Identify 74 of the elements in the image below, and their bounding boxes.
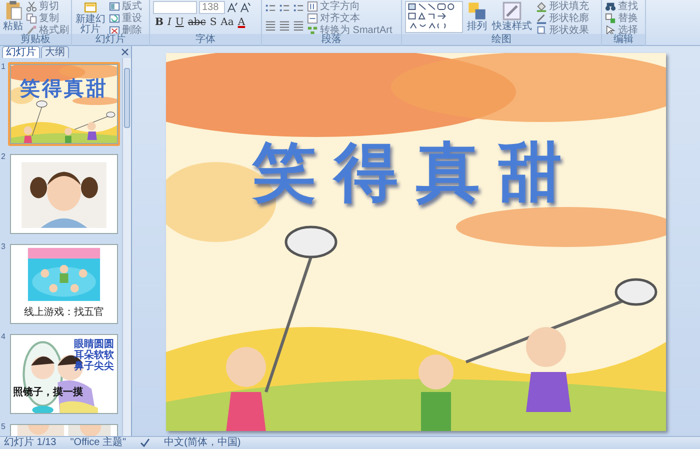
shrink-font-icon [240,2,251,13]
format-button[interactable]: A [236,17,248,29]
replace-icon [605,13,616,24]
center-icon [279,20,290,31]
group-label: 编辑 [602,34,645,45]
pen-icon [536,13,547,24]
pane-tab[interactable]: 幻灯片 [2,46,40,58]
format-button[interactable]: U [173,17,186,29]
numbering-icon [279,3,290,14]
align-left-icon [265,20,276,31]
slide-caption: 线上游戏：找五官 [23,307,105,319]
ribbon-button[interactable]: 重设 [109,13,142,24]
ribbon-button[interactable]: 形状填充 [536,1,589,12]
binoculars-icon [605,1,616,12]
scrollbar[interactable] [122,58,131,436]
ribbon-button[interactable]: 替换 [605,13,638,24]
slide-canvas[interactable]: 笑得真甜 [166,53,666,431]
copy-icon [26,13,37,24]
slide-thumbnail[interactable]: 线上游戏：找五官 [8,242,120,326]
slide-title: 笑得真甜 [251,135,581,211]
group-label: 剪贴板 [0,34,71,45]
arrange-icon [467,1,487,21]
text-direction-icon [307,1,318,12]
slide-number: 1 [1,62,6,71]
ribbon-button[interactable]: 文字方向 [307,1,392,12]
pane-tab[interactable]: 大纲 [41,46,69,58]
slide-number: 4 [1,332,6,341]
font-name-field[interactable] [153,1,197,14]
slide-title: 笑得真甜 [19,77,109,99]
ribbon-button[interactable]: 剪切 [26,1,69,12]
format-button[interactable]: abc [186,17,208,29]
group-label: 字体 [150,34,261,45]
format-button[interactable]: Aa [218,17,236,29]
rhyme-text: 眼睛圆圆 耳朵软软 鼻子尖尖 [74,339,114,372]
format-button[interactable]: S [208,17,219,29]
format-button[interactable]: I [165,17,174,29]
ribbon-button[interactable]: 查找 [605,1,638,12]
slide-thumbnail[interactable]: 笑得真甜 [8,62,120,146]
slide-thumbnail[interactable]: 眼睛圆圆 耳朵软软 鼻子尖尖 照镜子，摸一摸 [8,332,120,416]
ribbon-button[interactable]: 形状轮廓 [536,13,589,24]
slide-caption: 照镜子，摸一摸 [13,387,83,399]
font-size-field[interactable]: 138 [199,1,225,14]
theme-name: "Office 主题" [70,437,126,449]
slide-number: 5 [1,422,6,431]
scissors-icon [26,1,37,12]
spell-check-icon[interactable] [140,438,150,448]
grow-font-icon [227,2,238,13]
ribbon-button[interactable]: 粘贴 [3,1,23,35]
shapes-gallery[interactable] [405,1,463,33]
ribbon-button[interactable]: 新建幻灯片 [75,1,106,35]
ribbon-button[interactable]: 版式 [109,1,142,12]
group-label: 绘图 [402,34,601,45]
smartart-icon [307,25,318,36]
quick-styles-icon [502,1,522,21]
language[interactable]: 中文(简体，中国) [164,437,241,449]
layout-icon [109,1,120,12]
slide-number: 2 [1,152,6,161]
ribbon-button[interactable]: 对齐文本 [307,13,392,24]
align-text-icon [307,13,318,24]
close-icon[interactable] [121,48,129,56]
ribbon-button[interactable]: 快速样式 [491,1,533,35]
ribbon-button[interactable]: 复制 [26,13,69,24]
group-label: 段落 [262,34,401,45]
reset-icon [109,13,120,24]
paint-bucket-icon [536,1,547,12]
bullets-icon [265,3,276,14]
slide-number: 3 [1,242,6,251]
group-label: 幻灯片 [72,34,149,45]
ribbon-button[interactable]: 排列 [466,1,488,35]
align-right-icon [293,20,304,31]
new-slide-icon [84,1,97,14]
slide-count: 幻灯片 1/13 [4,437,56,449]
line-spacing-icon [293,3,304,14]
format-button[interactable]: B [153,17,166,29]
